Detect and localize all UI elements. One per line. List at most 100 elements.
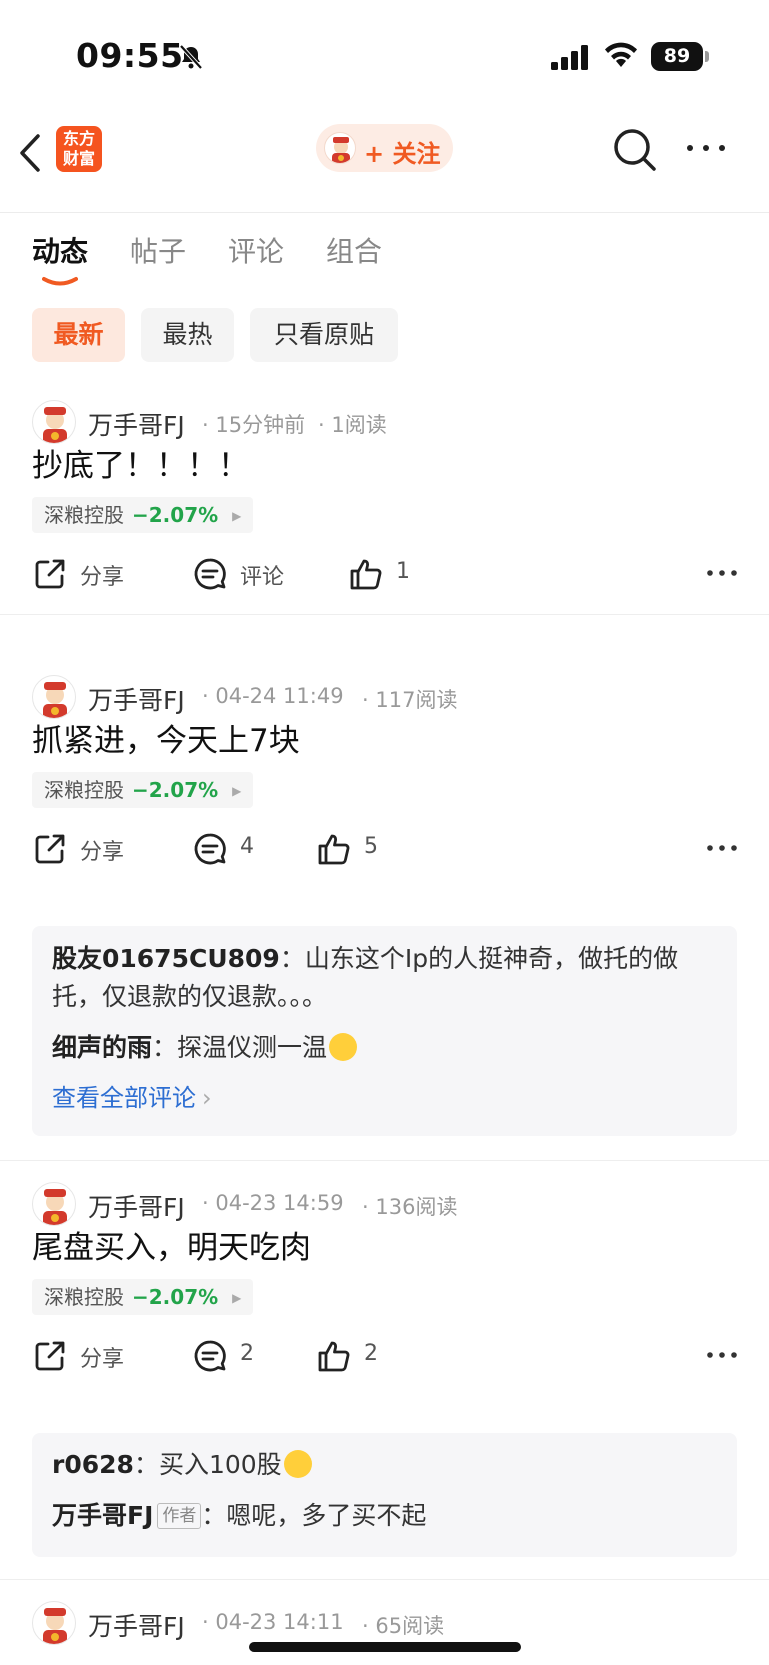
view-all-comments-link[interactable]: 查看全部评论 ›: [52, 1078, 212, 1113]
author-avatar[interactable]: [32, 675, 76, 719]
comment-item[interactable]: 细声的雨：探温仪测一温: [52, 1028, 717, 1067]
comment-author[interactable]: 细声的雨: [52, 1033, 152, 1062]
comment-count: 2: [240, 1341, 254, 1366]
share-button[interactable]: 分享: [32, 827, 142, 871]
filter-original-only[interactable]: 只看原贴: [250, 308, 398, 362]
comment-separator: ：: [279, 944, 305, 973]
follow-button[interactable]: + 关注: [316, 124, 453, 172]
share-icon: [35, 559, 65, 589]
view-all-label: 查看全部评论: [52, 1084, 196, 1112]
post-text[interactable]: 尾盘买入，明天吃肉: [32, 1222, 311, 1267]
stock-tag[interactable]: 深粮控股 −2.07% ▶: [32, 772, 254, 808]
like-button[interactable]: 5: [316, 827, 396, 871]
share-label: 分享: [80, 565, 125, 590]
post-time-value: 04-23 14:11: [215, 1610, 344, 1634]
post-text[interactable]: 抄底了！！！！: [32, 440, 249, 485]
post-divider: [0, 1160, 769, 1161]
search-icon[interactable]: [611, 126, 659, 174]
author-badge: 作者: [157, 1503, 202, 1529]
author-name[interactable]: 万手哥FJ: [88, 1188, 185, 1224]
author-avatar[interactable]: [32, 1182, 76, 1226]
tab-comments[interactable]: 评论: [228, 230, 284, 270]
post-divider: [0, 1579, 769, 1580]
post-actions: 分享 评论 1: [32, 552, 737, 596]
post-reads: · 117阅读: [362, 688, 458, 712]
comment-count: 4: [240, 834, 254, 859]
post-text[interactable]: 抓紧进，今天上7块: [32, 715, 300, 760]
triangle-right-icon: ▶: [232, 509, 242, 523]
post-reads: · 1阅读: [318, 413, 387, 437]
home-indicator[interactable]: [249, 1642, 521, 1652]
comment-button[interactable]: 评论: [192, 552, 302, 596]
logo-line1: 东方: [62, 129, 95, 148]
like-button[interactable]: 1: [348, 552, 428, 596]
comment-item[interactable]: 万手哥FJ 作者 ：嗯呢，多了买不起: [52, 1497, 717, 1535]
back-arrow-icon[interactable]: [16, 130, 46, 176]
battery-tip: [705, 51, 709, 62]
comment-icon: [194, 833, 226, 865]
post-time-value: 04-23 14:59: [215, 1191, 344, 1215]
comment-separator: ：: [133, 1450, 159, 1479]
like-count: 5: [364, 834, 378, 859]
comment-text: 嗯呢，多了买不起: [226, 1501, 427, 1530]
post-reads-value: 136阅读: [375, 1195, 458, 1219]
post-actions: 分享 2 2: [32, 1334, 737, 1378]
post-divider: [0, 614, 769, 615]
filter-hot[interactable]: 最热: [141, 308, 234, 362]
post-reads-value: 65阅读: [375, 1614, 445, 1638]
stock-name: 深粮控股: [44, 778, 124, 802]
comment-author[interactable]: 股友01675CU809: [52, 944, 280, 973]
stock-change: −2.07%: [132, 503, 219, 527]
more-dots-icon[interactable]: [707, 568, 737, 578]
stock-change: −2.07%: [132, 1285, 219, 1309]
caishen-avatar-icon: [43, 1608, 67, 1644]
comment-button[interactable]: 4: [192, 827, 272, 871]
tab-dynamic[interactable]: 动态: [32, 230, 88, 270]
post-time: · 04-23 14:59: [202, 1191, 344, 1215]
like-count: 2: [364, 1341, 378, 1366]
stock-tag[interactable]: 深粮控股 −2.07% ▶: [32, 1279, 254, 1315]
comment-author[interactable]: 万手哥FJ: [52, 1501, 153, 1530]
author-name[interactable]: 万手哥FJ: [88, 406, 185, 442]
like-count: 1: [396, 559, 410, 584]
top-nav-bar: 东方 财富 + 关注: [0, 110, 769, 213]
comment-item[interactable]: r0628：买入100股: [52, 1445, 717, 1484]
more-dots-icon[interactable]: [707, 843, 737, 853]
more-dots-icon[interactable]: [707, 1350, 737, 1360]
tab-portfolio[interactable]: 组合: [326, 230, 382, 270]
post-reads-value: 1阅读: [331, 413, 387, 437]
like-button[interactable]: 2: [316, 1334, 396, 1378]
share-button[interactable]: 分享: [32, 552, 142, 596]
cellular-signal-icon: [551, 45, 588, 70]
comment-author[interactable]: r0628: [52, 1450, 134, 1479]
author-avatar[interactable]: [32, 1601, 76, 1645]
post-time: · 15分钟前: [202, 413, 306, 437]
stock-name: 深粮控股: [44, 503, 124, 527]
battery-indicator: 89: [651, 42, 703, 71]
comment-item[interactable]: 股友01675CU809：山东这个Ip的人挺神奇，做托的做托，仅退款的仅退款。。…: [52, 940, 717, 1016]
comment-preview-box: r0628：买入100股 万手哥FJ 作者 ：嗯呢，多了买不起: [32, 1433, 737, 1557]
share-label: 分享: [80, 840, 125, 865]
author-name[interactable]: 万手哥FJ: [88, 681, 185, 717]
filter-latest[interactable]: 最新: [32, 308, 125, 362]
stock-tag[interactable]: 深粮控股 −2.07% ▶: [32, 497, 254, 533]
app-logo[interactable]: 东方 财富: [56, 126, 102, 172]
comment-button[interactable]: 2: [192, 1334, 272, 1378]
share-button[interactable]: 分享: [32, 1334, 142, 1378]
post-reads: · 65阅读: [362, 1614, 445, 1638]
thumbs-up-icon: [350, 559, 382, 590]
chevron-right-icon: ›: [202, 1084, 212, 1112]
triangle-right-icon: ▶: [232, 784, 242, 798]
follow-label: + 关注: [364, 140, 441, 168]
author-avatar[interactable]: [32, 400, 76, 444]
wifi-icon: [605, 42, 637, 67]
grin-emoji-icon: [329, 1033, 358, 1061]
status-bar: 09:55 89: [0, 0, 769, 110]
comment-icon: [194, 1340, 226, 1372]
comment-icon: [194, 558, 226, 590]
thumbs-up-icon: [318, 834, 350, 865]
author-name[interactable]: 万手哥FJ: [88, 1607, 185, 1643]
more-options-icon[interactable]: [684, 138, 728, 158]
tab-posts[interactable]: 帖子: [130, 230, 186, 270]
stock-name: 深粮控股: [44, 1285, 124, 1309]
